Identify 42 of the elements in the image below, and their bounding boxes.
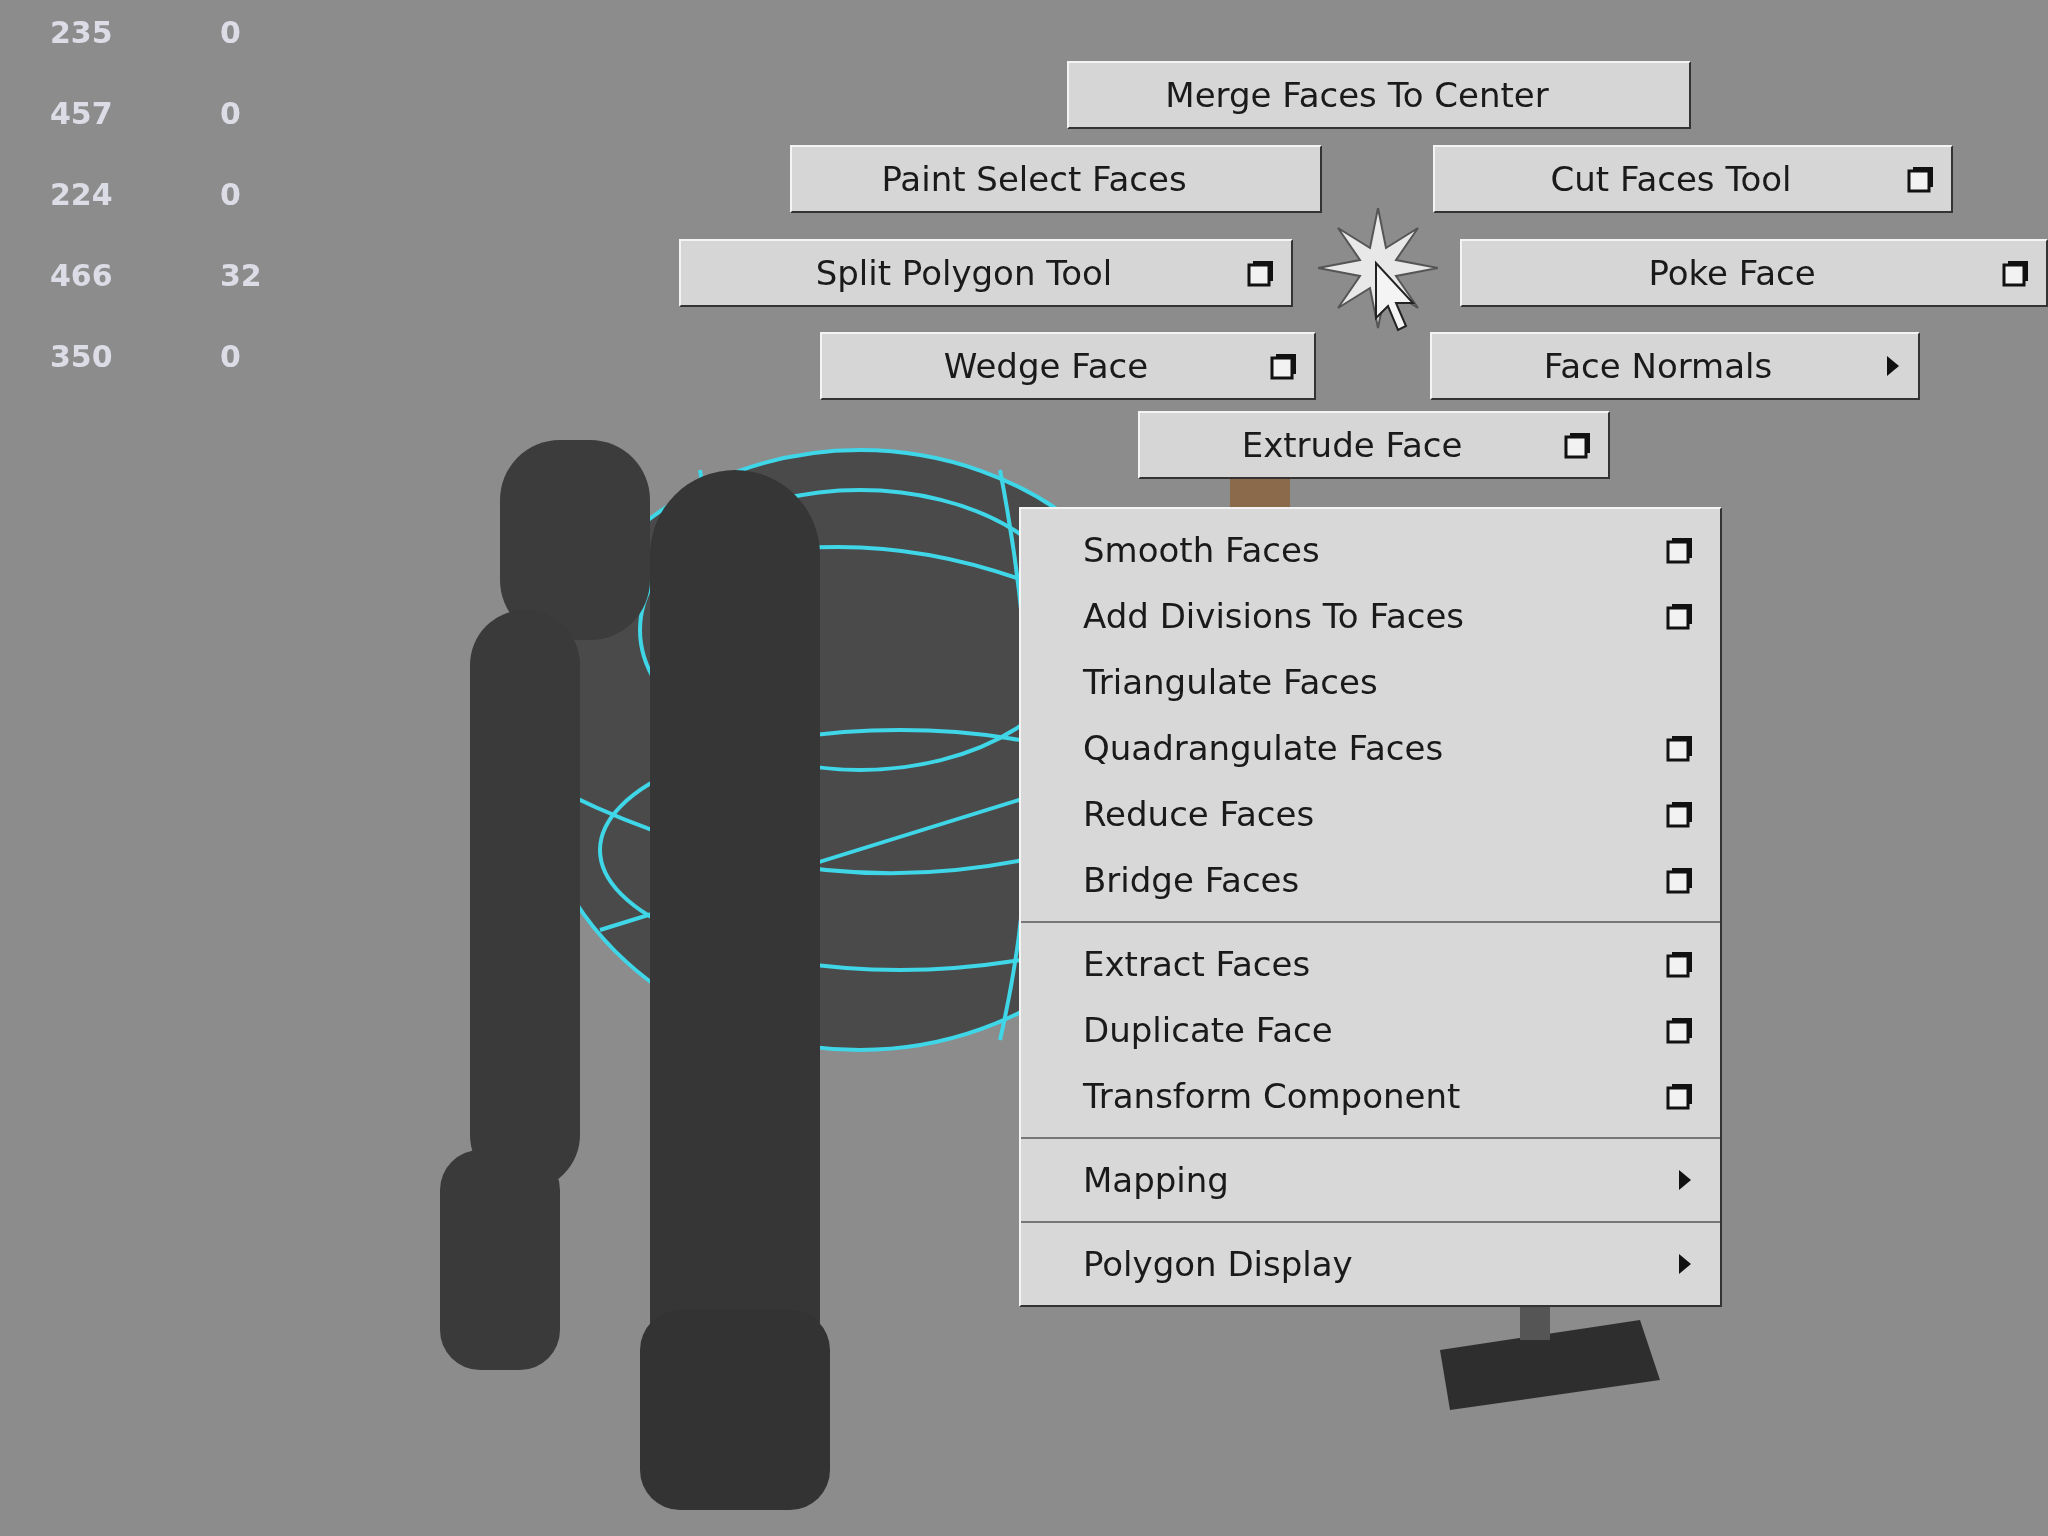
stat-count: 350 (50, 338, 114, 376)
option-box-icon[interactable] (1666, 866, 1694, 894)
marking-menu-item[interactable]: Paint Select Faces (790, 145, 1322, 213)
menu-item[interactable]: Mapping (1021, 1147, 1720, 1213)
stat-count: 235 (50, 14, 114, 52)
menu-item[interactable]: Bridge Faces (1021, 847, 1720, 913)
option-box-icon[interactable] (1247, 259, 1275, 287)
menu-item[interactable]: Transform Component (1021, 1063, 1720, 1129)
menu-item[interactable]: Extract Faces (1021, 931, 1720, 997)
marking-menu-item[interactable]: Face Normals (1430, 332, 1920, 400)
marking-menu-item[interactable]: Merge Faces To Center (1067, 61, 1691, 129)
menu-item[interactable]: Reduce Faces (1021, 781, 1720, 847)
option-box-icon[interactable] (1666, 950, 1694, 978)
stat-count: 466 (50, 257, 114, 295)
stat-value: 0 (220, 14, 241, 52)
stat-count: 224 (50, 176, 114, 214)
stat-value: 0 (220, 338, 241, 376)
marking-menu-item[interactable]: Poke Face (1460, 239, 2048, 307)
option-box-icon[interactable] (1666, 734, 1694, 762)
stat-value: 32 (220, 257, 262, 295)
option-box-icon[interactable] (1270, 352, 1298, 380)
marking-menu-item[interactable]: Wedge Face (820, 332, 1316, 400)
menu-item[interactable]: Polygon Display (1021, 1231, 1720, 1297)
option-box-icon[interactable] (2002, 259, 2030, 287)
marking-menu-item[interactable]: Split Polygon Tool (679, 239, 1293, 307)
menu-item[interactable]: Add Divisions To Faces (1021, 583, 1720, 649)
menu-item[interactable]: Quadrangulate Faces (1021, 715, 1720, 781)
option-box-icon[interactable] (1666, 1082, 1694, 1110)
option-box-icon[interactable] (1564, 431, 1592, 459)
option-box-icon[interactable] (1666, 536, 1694, 564)
stat-count: 457 (50, 95, 114, 133)
option-box-icon[interactable] (1666, 602, 1694, 630)
menu-item[interactable]: Triangulate Faces (1021, 649, 1720, 715)
option-box-icon[interactable] (1666, 1016, 1694, 1044)
stat-value: 0 (220, 176, 241, 214)
menu-item[interactable]: Smooth Faces (1021, 517, 1720, 583)
option-box-icon[interactable] (1907, 165, 1935, 193)
marking-menu-item[interactable]: Extrude Face (1138, 411, 1610, 479)
stat-value: 0 (220, 95, 241, 133)
option-box-icon[interactable] (1666, 800, 1694, 828)
menu-item[interactable]: Duplicate Face (1021, 997, 1720, 1063)
marking-menu-item[interactable]: Cut Faces Tool (1433, 145, 1953, 213)
